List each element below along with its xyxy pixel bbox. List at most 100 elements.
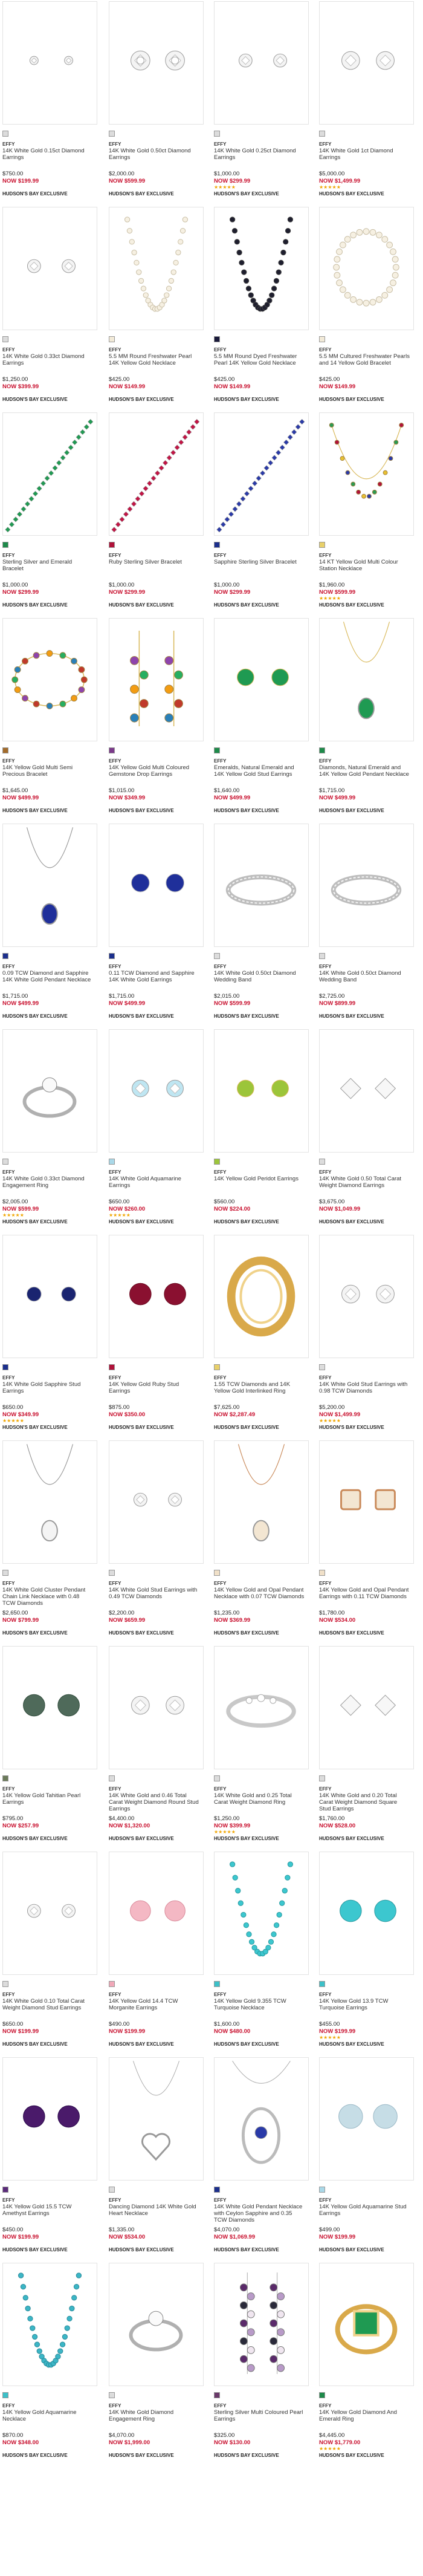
product-name-link[interactable]: 14K Yellow Gold Aquamarine Necklace: [2, 2409, 93, 2422]
product-name-link[interactable]: 14K White Gold Diamond Engagement Ring: [109, 2409, 199, 2422]
product-card[interactable]: EFFY 14K White Gold 0.15ct Diamond Earrin…: [0, 0, 100, 209]
color-swatch[interactable]: [214, 542, 220, 548]
product-image[interactable]: [214, 1235, 309, 1358]
product-card[interactable]: EFFY 14K White Gold and 0.46 Total Carat …: [106, 1645, 206, 1853]
product-image[interactable]: [109, 1852, 204, 1975]
color-swatch[interactable]: [319, 131, 325, 137]
product-name-link[interactable]: 14K White Gold 0.25ct Diamond Earrings: [214, 148, 305, 161]
color-swatch[interactable]: [214, 1981, 220, 1987]
product-card[interactable]: EFFY 14K Yellow Gold Multi Coloured Gemst…: [106, 617, 206, 825]
color-swatch[interactable]: [2, 131, 8, 137]
product-image[interactable]: [109, 1440, 204, 1564]
color-swatch[interactable]: [109, 953, 115, 959]
product-image[interactable]: [214, 2057, 309, 2181]
product-name-link[interactable]: 14K White Gold 0.33ct Diamond Earrings: [2, 353, 93, 366]
product-name-link[interactable]: 0.09 TCW Diamond and Sapphire 14K White …: [2, 970, 93, 983]
product-image[interactable]: [2, 824, 97, 947]
color-swatch[interactable]: [2, 336, 8, 342]
color-swatch[interactable]: [2, 542, 8, 548]
product-card[interactable]: EFFY 14K White Gold 0.50ct Diamond Weddin…: [317, 822, 416, 1031]
product-name-link[interactable]: 14K White Gold Pendant Necklace with Cey…: [214, 2204, 305, 2223]
color-swatch[interactable]: [109, 1159, 115, 1165]
product-card[interactable]: EFFY 5.5 MM Round Dyed Freshwater Pearl 1…: [212, 206, 311, 414]
product-image[interactable]: [319, 1, 414, 125]
product-image[interactable]: [2, 1235, 97, 1358]
product-card[interactable]: EFFY 14K White Gold Pendant Necklace with…: [212, 2056, 311, 2265]
product-image[interactable]: [109, 1029, 204, 1153]
color-swatch[interactable]: [214, 1159, 220, 1165]
product-card[interactable]: EFFY 14K Yellow Gold Tahitian Pearl Earri…: [0, 1645, 100, 1853]
product-name-link[interactable]: 14K Yellow Gold Multi Coloured Gemstone …: [109, 764, 199, 778]
color-swatch[interactable]: [319, 1570, 325, 1576]
product-card[interactable]: EFFY Dancing Diamond 14K White Gold Heart…: [106, 2056, 206, 2265]
product-name-link[interactable]: 14K White Gold Aquamarine Earrings: [109, 1176, 199, 1189]
product-name-link[interactable]: 14 KT Yellow Gold Multi Colour Station N…: [319, 559, 410, 572]
color-swatch[interactable]: [319, 2392, 325, 2398]
color-swatch[interactable]: [319, 2187, 325, 2193]
product-image[interactable]: [2, 412, 97, 536]
product-image[interactable]: [109, 2263, 204, 2386]
product-image[interactable]: [319, 1440, 414, 1564]
product-image[interactable]: [2, 618, 97, 741]
product-card[interactable]: EFFY Diamonds, Natural Emerald and 14K Ye…: [317, 617, 416, 825]
product-name-link[interactable]: 14K Yellow Gold 15.5 TCW Amethyst Earrin…: [2, 2204, 93, 2217]
color-swatch[interactable]: [319, 336, 325, 342]
color-swatch[interactable]: [319, 1159, 325, 1165]
product-image[interactable]: [214, 618, 309, 741]
product-name-link[interactable]: 14K Yellow Gold Aquamarine Stud Earrings: [319, 2204, 410, 2217]
color-swatch[interactable]: [109, 2187, 115, 2193]
product-card[interactable]: EFFY 14K White Gold 0.33ct Diamond Earrin…: [0, 206, 100, 414]
product-image[interactable]: [2, 1852, 97, 1975]
product-image[interactable]: [319, 824, 414, 947]
product-card[interactable]: EFFY 14K Yellow Gold and Opal Pendant Ear…: [317, 1439, 416, 1648]
product-image[interactable]: [214, 1, 309, 125]
color-swatch[interactable]: [109, 131, 115, 137]
product-image[interactable]: [319, 1029, 414, 1153]
product-name-link[interactable]: 14K Yellow Gold 14.4 TCW Morganite Earri…: [109, 1998, 199, 2011]
product-image[interactable]: [319, 412, 414, 536]
color-swatch[interactable]: [2, 1159, 8, 1165]
color-swatch[interactable]: [214, 1364, 220, 1370]
product-name-link[interactable]: 1.55 TCW Diamonds and 14K Yellow Gold In…: [214, 1381, 305, 1394]
color-swatch[interactable]: [2, 2392, 8, 2398]
product-image[interactable]: [2, 1, 97, 125]
product-card[interactable]: EFFY Emeralds, Natural Emerald and 14K Ye…: [212, 617, 311, 825]
product-image[interactable]: [319, 1852, 414, 1975]
product-card[interactable]: EFFY 14K White Gold and 0.20 Total Carat …: [317, 1645, 416, 1853]
product-image[interactable]: [109, 1235, 204, 1358]
product-image[interactable]: [214, 1440, 309, 1564]
product-image[interactable]: [109, 618, 204, 741]
color-swatch[interactable]: [2, 2187, 8, 2193]
color-swatch[interactable]: [319, 1775, 325, 1781]
product-card[interactable]: EFFY 14 KT Yellow Gold Multi Colour Stati…: [317, 411, 416, 620]
product-name-link[interactable]: 14K White Gold and 0.25 Total Carat Weig…: [214, 1792, 305, 1806]
color-swatch[interactable]: [109, 542, 115, 548]
product-card[interactable]: EFFY 1.55 TCW Diamonds and 14K Yellow Gol…: [212, 1234, 311, 1442]
product-image[interactable]: [319, 618, 414, 741]
product-image[interactable]: [2, 1646, 97, 1769]
color-swatch[interactable]: [109, 1364, 115, 1370]
product-card[interactable]: EFFY Sterling Silver Multi Coloured Pearl…: [212, 2262, 311, 2470]
product-name-link[interactable]: 14K Yellow Gold Peridot Earrings: [214, 1176, 305, 1182]
product-image[interactable]: [109, 824, 204, 947]
product-card[interactable]: EFFY 5.5 MM Cultured Freshwater Pearls an…: [317, 206, 416, 414]
product-name-link[interactable]: 5.5 MM Cultured Freshwater Pearls and 14…: [319, 353, 410, 366]
product-name-link[interactable]: 14K White Gold 0.33ct Diamond Engagement…: [2, 1176, 93, 1189]
product-image[interactable]: [214, 1852, 309, 1975]
product-name-link[interactable]: 14K Yellow Gold Diamond And Emerald Ring: [319, 2409, 410, 2422]
product-card[interactable]: EFFY 14K White Gold Cluster Pendant Chain…: [0, 1439, 100, 1648]
product-name-link[interactable]: 14K White Gold 1ct Diamond Earrings: [319, 148, 410, 161]
product-name-link[interactable]: 14K White Gold and 0.20 Total Carat Weig…: [319, 1792, 410, 1812]
product-card[interactable]: EFFY 0.11 TCW Diamond and Sapphire 14K Wh…: [106, 822, 206, 1031]
product-name-link[interactable]: Diamonds, Natural Emerald and 14K Yellow…: [319, 764, 410, 778]
product-name-link[interactable]: 14K Yellow Gold Multi Semi Precious Brac…: [2, 764, 93, 778]
color-swatch[interactable]: [319, 542, 325, 548]
color-swatch[interactable]: [109, 2392, 115, 2398]
color-swatch[interactable]: [319, 953, 325, 959]
product-card[interactable]: EFFY 14K Yellow Gold Ruby Stud Earrings $8…: [106, 1234, 206, 1442]
product-name-link[interactable]: 14K Yellow Gold 9.355 TCW Turquoise Neck…: [214, 1998, 305, 2011]
product-card[interactable]: EFFY 14K White Gold 0.33ct Diamond Engage…: [0, 1028, 100, 1237]
product-card[interactable]: EFFY 14K White Gold 0.10 Total Carat Weig…: [0, 1850, 100, 2059]
color-swatch[interactable]: [319, 1981, 325, 1987]
product-name-link[interactable]: 14K White Gold Stud Earrings with 0.98 T…: [319, 1381, 410, 1394]
